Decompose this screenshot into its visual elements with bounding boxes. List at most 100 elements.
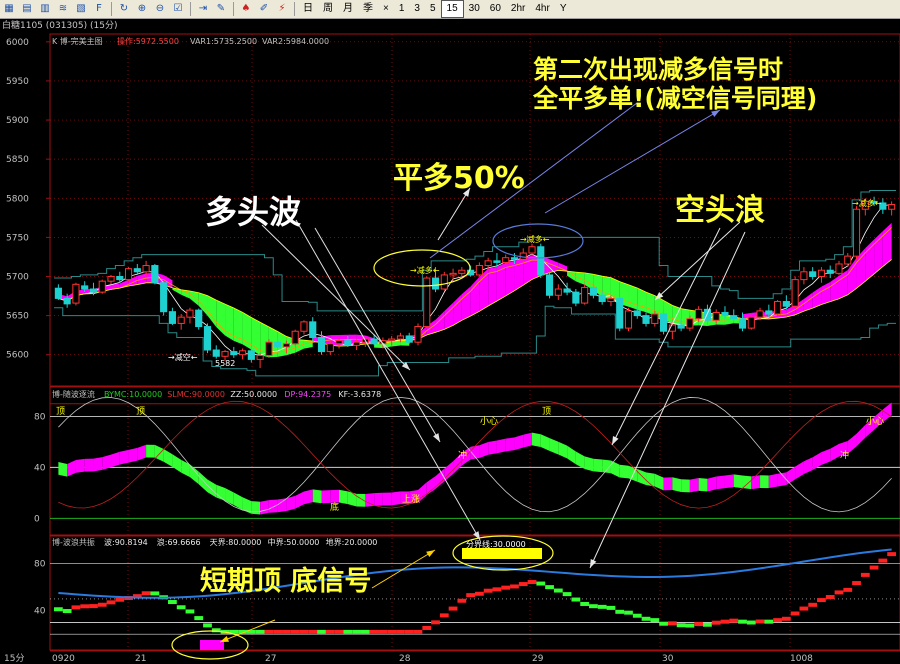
resonance-step bbox=[527, 580, 537, 585]
wave-band bbox=[716, 475, 725, 490]
resonance-step bbox=[168, 600, 177, 605]
marker-up: 上涨 bbox=[402, 494, 420, 505]
trend-band bbox=[207, 295, 217, 327]
candle bbox=[809, 271, 817, 277]
resonance-step bbox=[422, 625, 432, 630]
low-price-label: 5582 bbox=[215, 359, 235, 368]
marker-top-2: 顶 bbox=[136, 406, 145, 417]
xaxis-label: 28 bbox=[399, 654, 411, 664]
candle bbox=[195, 309, 203, 328]
resonance-step bbox=[580, 601, 590, 606]
main-ytick-label: 5600 bbox=[6, 351, 29, 361]
wave-band bbox=[830, 443, 839, 462]
resonance-step bbox=[589, 604, 598, 609]
resonance-step bbox=[282, 629, 291, 634]
resonance-step bbox=[676, 623, 686, 628]
resonance-step bbox=[632, 613, 642, 618]
candle bbox=[563, 288, 571, 293]
xaxis-label: 1008 bbox=[790, 654, 813, 664]
resonance-step bbox=[396, 629, 405, 634]
main-ytick-label: 5950 bbox=[6, 77, 29, 87]
candle bbox=[160, 282, 168, 313]
xaxis-label: 0920 bbox=[52, 654, 75, 664]
candle bbox=[458, 269, 466, 274]
resonance-step bbox=[545, 585, 554, 590]
mid-ytick-label: 40 bbox=[34, 463, 46, 473]
wave-band bbox=[295, 491, 304, 509]
wave-band bbox=[532, 432, 541, 447]
annotation-arrowhead bbox=[433, 433, 440, 442]
resonance-step bbox=[369, 629, 379, 634]
candle bbox=[660, 313, 668, 332]
candle bbox=[107, 275, 115, 282]
resonance-step bbox=[483, 588, 493, 593]
candle bbox=[607, 297, 615, 303]
resonance-step bbox=[431, 620, 440, 625]
trend-band bbox=[558, 262, 568, 272]
bot-param: 波:90.8194 bbox=[104, 537, 148, 547]
candle bbox=[493, 260, 501, 263]
resonance-step bbox=[334, 629, 344, 634]
candle bbox=[817, 269, 826, 277]
resonance-step bbox=[860, 572, 870, 577]
resonance-step bbox=[817, 598, 826, 603]
candle bbox=[510, 257, 519, 260]
main-ytick-label: 5700 bbox=[6, 272, 29, 282]
var1-value: VAR1:5735.2500 bbox=[190, 37, 257, 46]
wave-band bbox=[558, 441, 568, 459]
resonance-step bbox=[755, 619, 765, 624]
trend-band bbox=[628, 284, 638, 310]
candle bbox=[116, 275, 124, 281]
chart-canvas[interactable]: 6000 5950 5900 5850 5800 5750 5700 5650 5600 K 博-… bbox=[0, 0, 900, 664]
resonance-step bbox=[290, 629, 300, 634]
wave-band bbox=[760, 475, 769, 489]
resonance-step bbox=[106, 600, 116, 605]
resonance-step bbox=[685, 623, 695, 628]
xaxis-label: 15分 bbox=[4, 653, 24, 664]
mid-param: DP:94.2375 bbox=[284, 390, 331, 399]
resonance-step bbox=[659, 621, 668, 626]
wave-band bbox=[786, 466, 796, 486]
wave-band bbox=[67, 459, 76, 477]
candle bbox=[335, 340, 343, 345]
candle bbox=[54, 287, 62, 299]
wave-band bbox=[575, 451, 585, 470]
mid-indicator-label: 博-随波逐流 bbox=[52, 389, 95, 399]
resonance-step bbox=[194, 616, 204, 621]
candle bbox=[721, 311, 729, 317]
resonance-step bbox=[352, 629, 361, 634]
wave-band bbox=[102, 454, 112, 470]
annotation-arrowhead bbox=[426, 550, 435, 558]
annotation-short-top-bottom: 短期顶 底信号 bbox=[200, 565, 371, 597]
wave-band bbox=[505, 437, 515, 452]
annotation-bull-wave: 多头波 bbox=[205, 193, 301, 231]
wave-band bbox=[303, 489, 313, 505]
bot-param: 地界:20.0000 bbox=[326, 537, 378, 547]
mid-ytick-label: 80 bbox=[34, 412, 46, 422]
candle bbox=[633, 310, 641, 317]
resonance-step bbox=[781, 616, 791, 621]
ma-fast bbox=[58, 204, 892, 356]
signal-long-reduce-3: →减多← bbox=[852, 198, 882, 208]
fenjie-box bbox=[462, 548, 542, 559]
annotation-note-2: 全平多单!(减空信号同理) bbox=[532, 84, 817, 113]
trend-band bbox=[216, 300, 226, 336]
wave-band bbox=[821, 448, 831, 465]
candle bbox=[265, 341, 273, 356]
candle bbox=[545, 274, 554, 296]
candle bbox=[212, 349, 220, 357]
main-ytick-label: 5900 bbox=[6, 116, 29, 126]
annotation-arrowhead bbox=[220, 635, 229, 642]
candle bbox=[651, 313, 659, 324]
wave-band bbox=[225, 488, 234, 506]
candle bbox=[484, 260, 492, 267]
candle bbox=[151, 265, 159, 284]
resonance-step bbox=[457, 598, 467, 603]
trend-band bbox=[646, 292, 655, 316]
candle bbox=[291, 330, 299, 345]
candle bbox=[370, 338, 378, 345]
candle bbox=[677, 324, 685, 329]
candle bbox=[624, 310, 633, 329]
resonance-step bbox=[650, 618, 660, 623]
resonance-step bbox=[404, 629, 414, 634]
